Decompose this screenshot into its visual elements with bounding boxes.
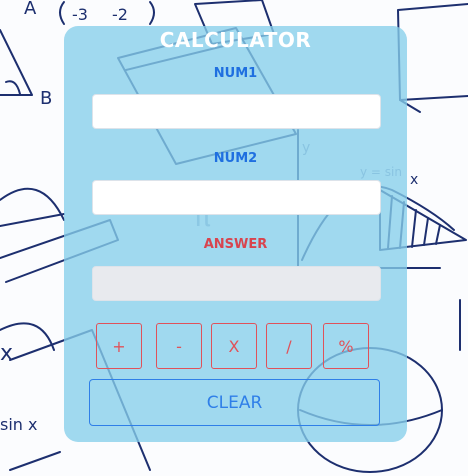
subtract-button[interactable]: - [156, 323, 202, 369]
num1-label: NUM1 [213, 66, 258, 81]
svg-text:A: A [24, 0, 37, 19]
multiply-button[interactable]: X [211, 323, 257, 369]
svg-text:x: x [0, 341, 13, 366]
clear-button[interactable]: CLEAR [89, 379, 380, 426]
num2-label: NUM2 [213, 151, 258, 166]
answer-output [92, 266, 381, 301]
svg-text:B: B [40, 88, 52, 109]
calculator-card: CALCULATOR NUM1 NUM2 ANSWER + - X / % CL… [64, 26, 407, 442]
add-button[interactable]: + [96, 323, 142, 369]
num2-input[interactable] [92, 180, 381, 215]
svg-text:-2: -2 [112, 5, 128, 24]
percent-button[interactable]: % [323, 323, 369, 369]
answer-label: ANSWER [203, 237, 268, 252]
svg-text:x: x [410, 172, 418, 188]
num1-input[interactable] [92, 94, 381, 129]
calculator-title: CALCULATOR [159, 28, 312, 52]
svg-text:sin x: sin x [0, 415, 37, 434]
svg-text:-3: -3 [72, 5, 88, 24]
divide-button[interactable]: / [266, 323, 312, 369]
